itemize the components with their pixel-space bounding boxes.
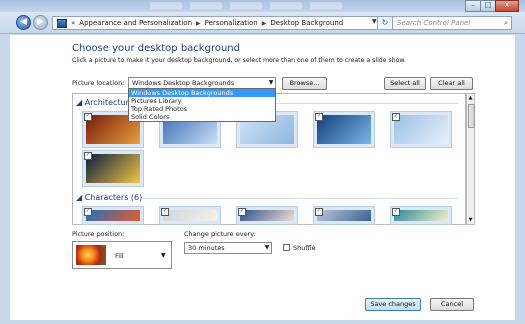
group-count: (6) <box>130 193 143 202</box>
shuffle-label[interactable]: Shuffle <box>293 244 316 252</box>
breadcrumb-overflow[interactable]: « <box>71 19 75 27</box>
address-dropdown-icon[interactable]: ▼ <box>372 18 377 25</box>
thumbnail-image <box>163 210 217 221</box>
save-changes-button[interactable]: Save changes <box>365 298 421 311</box>
wallpaper-thumbnail[interactable]: ✓ <box>159 206 221 225</box>
picture-position-select[interactable]: Fill ▼ <box>72 241 172 269</box>
thumbnail-checkbox[interactable]: ✓ <box>84 208 92 216</box>
thumbnail-checkbox[interactable]: ✓ <box>392 208 400 216</box>
dropdown-option[interactable]: Windows Desktop Backgrounds <box>129 89 275 97</box>
scroll-down-icon[interactable]: ▼ <box>467 217 474 223</box>
taskbar-ghost <box>270 2 302 9</box>
thumbnail-image <box>86 154 140 183</box>
thumbnail-image <box>240 210 294 221</box>
collapse-icon[interactable]: ◢ <box>76 193 82 202</box>
dropdown-option[interactable]: Pictures Library <box>129 97 275 105</box>
thumbnail-checkbox[interactable]: ✓ <box>84 152 92 160</box>
breadcrumb-chevron-icon[interactable]: ▶ <box>262 20 267 27</box>
search-placeholder: Search Control Panel <box>397 19 471 27</box>
search-icon: ⌕ <box>504 19 508 27</box>
control-panel-icon <box>57 18 67 28</box>
wallpaper-thumbnail[interactable]: ✓ <box>313 206 375 225</box>
breadcrumb-chevron-icon[interactable]: ▶ <box>196 20 201 27</box>
forward-button[interactable]: ▶ <box>33 15 48 30</box>
navigation-bar: ◀ ▶ « Appearance and Personalization ▶ P… <box>0 12 525 34</box>
select-all-button[interactable]: Select all <box>384 77 426 90</box>
scroll-thumb[interactable] <box>468 104 475 128</box>
thumbnail-image <box>394 115 448 144</box>
taskbar-ghost <box>190 2 222 9</box>
group-header-characters[interactable]: ◢ Characters (6) <box>76 193 142 202</box>
thumbnail-checkbox[interactable]: ✓ <box>315 208 323 216</box>
position-value: Fill <box>115 252 124 260</box>
thumbnail-image <box>86 210 140 221</box>
window-controls: – □ X <box>465 0 519 12</box>
dropdown-option[interactable]: Solid Colors <box>129 113 275 121</box>
browse-button[interactable]: Browse... <box>282 77 327 90</box>
thumbnail-checkbox[interactable]: ✓ <box>238 208 246 216</box>
maximize-button[interactable]: □ <box>480 0 496 12</box>
wallpaper-thumbnail[interactable]: ✓ <box>82 150 144 187</box>
chevron-down-icon: ▼ <box>264 244 270 251</box>
collapse-icon[interactable]: ◢ <box>76 98 82 107</box>
taskbar-ghost <box>150 2 182 9</box>
minimize-button[interactable]: – <box>465 0 481 12</box>
thumbnail-image <box>317 115 371 144</box>
chevron-down-icon: ▼ <box>268 79 274 86</box>
cancel-button[interactable]: Cancel <box>430 298 474 311</box>
group-name: Architecture <box>84 98 134 107</box>
taskbar-ghost <box>310 2 342 9</box>
clear-all-button[interactable]: Clear all <box>430 77 473 90</box>
picture-location-value: Windows Desktop Backgrounds <box>132 79 235 87</box>
interval-select[interactable]: 30 minutes ▼ <box>184 242 272 254</box>
taskbar-ghost <box>230 2 262 9</box>
picture-location-label: Picture location: <box>72 79 125 87</box>
picture-location-dropdown[interactable]: Windows Desktop Backgrounds Pictures Libr… <box>128 88 276 122</box>
wallpaper-thumbnail[interactable]: ✓ <box>313 111 375 148</box>
shuffle-checkbox[interactable] <box>283 244 290 251</box>
search-input[interactable]: Search Control Panel ⌕ <box>392 16 512 30</box>
chevron-down-icon: ▼ <box>161 252 166 259</box>
page-subtitle: Click a picture to make it your desktop … <box>72 57 406 64</box>
gallery-scrollbar[interactable]: ▲ ▼ <box>466 93 475 225</box>
thumbnail-image <box>317 210 371 221</box>
group-divider <box>142 198 458 199</box>
group-header-architecture[interactable]: ◢ Architecture <box>76 98 134 107</box>
back-button[interactable]: ◀ <box>16 15 31 30</box>
page-title: Choose your desktop background <box>72 43 240 54</box>
thumbnail-image <box>394 210 448 221</box>
thumbnail-checkbox[interactable]: ✓ <box>84 113 92 121</box>
close-button[interactable]: X <box>495 0 519 12</box>
group-name: Characters <box>84 193 129 202</box>
interval-label: Change picture every: <box>184 230 256 238</box>
breadcrumb-personalization[interactable]: Personalization <box>205 19 258 27</box>
wallpaper-thumbnail[interactable]: ✓ <box>390 111 452 148</box>
thumbnail-checkbox[interactable]: ✓ <box>392 113 400 121</box>
title-bar: – □ X <box>0 0 525 12</box>
scroll-up-icon[interactable]: ▲ <box>467 95 474 101</box>
breadcrumb-desktop-background[interactable]: Desktop Background <box>270 19 343 27</box>
thumbnail-checkbox[interactable]: ✓ <box>161 208 169 216</box>
wallpaper-thumbnail[interactable]: ✓ <box>390 206 452 225</box>
thumbnail-checkbox[interactable]: ✓ <box>315 113 323 121</box>
interval-value: 30 minutes <box>188 244 225 252</box>
breadcrumb-appearance[interactable]: Appearance and Personalization <box>79 19 192 27</box>
address-bar[interactable]: « Appearance and Personalization ▶ Perso… <box>52 16 382 30</box>
refresh-button[interactable]: ↻ <box>377 16 393 30</box>
wallpaper-thumbnail[interactable]: ✓ <box>236 206 298 225</box>
position-preview-image <box>76 245 106 265</box>
dropdown-option[interactable]: Top Rated Photos <box>129 105 275 113</box>
picture-position-label: Picture position: <box>72 230 125 238</box>
wallpaper-thumbnail[interactable]: ✓ <box>82 206 144 225</box>
